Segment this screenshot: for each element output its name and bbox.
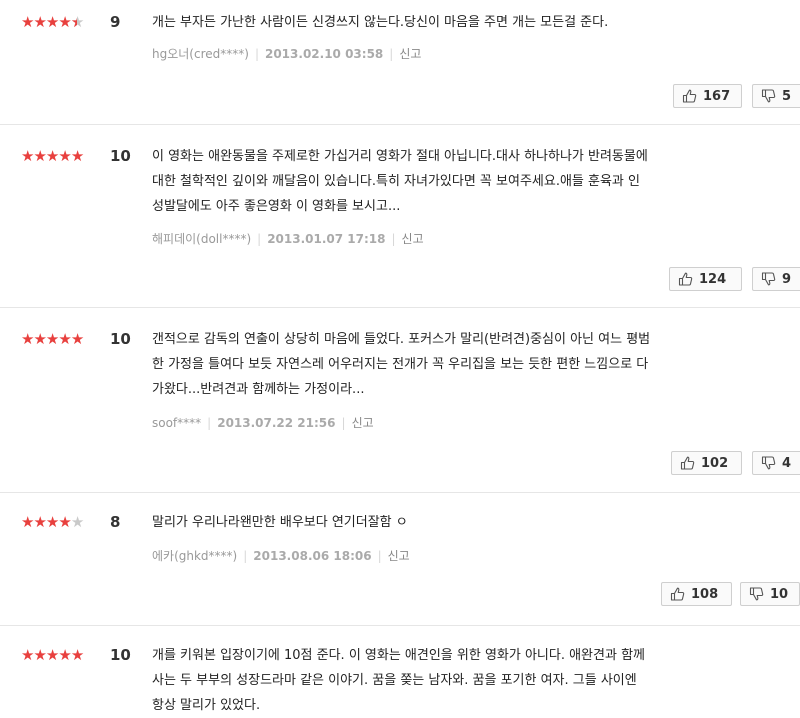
thumbs-up-icon [670, 587, 685, 601]
report-link[interactable]: 신고 [352, 416, 374, 430]
review-text: 개는 부자든 가난한 사람이든 신경쓰지 않는다.당신이 마음을 주면 개는 모… [152, 15, 609, 30]
review-item: ★★★★★★ 9 개는 부자든 가난한 사람이든 신경쓰지 않는다.당신이 마음… [0, 0, 800, 125]
rating-score: 10 [110, 646, 131, 664]
divider: | [377, 549, 382, 563]
review-item: ★★★★★ 8 말리가 우리나라왠만한 배우보다 연기더잘함 ㅇ 에카(ghkd… [0, 492, 800, 626]
star-filled-icon: ★ [33, 330, 46, 348]
rating-stars: ★★★★★★ [21, 12, 84, 32]
review-item: ★★★★★ 10 개를 키워본 입장이기에 10점 준다. 이 영화는 애견인을… [0, 625, 800, 718]
thumbs-down-icon [761, 272, 776, 286]
review-meta: soof**** | 2013.07.22 21:56 | 신고 [152, 415, 374, 431]
review-text: 말리가 우리나라왠만한 배우보다 연기더잘함 ㅇ [152, 515, 408, 530]
thumbs-down-icon [761, 89, 776, 103]
star-filled-icon: ★ [45, 147, 59, 165]
star-filled-icon: ★ [70, 646, 84, 664]
dislike-count: 5 [782, 88, 792, 104]
star-filled-icon: ★ [45, 330, 59, 348]
thumbs-down-icon [761, 456, 776, 470]
thumbs-up-icon [680, 456, 695, 470]
rating-score: 10 [110, 330, 131, 348]
report-link[interactable]: 신고 [399, 47, 421, 61]
divider: | [207, 416, 212, 430]
like-count: 102 [701, 455, 729, 471]
review-date: 2013.08.06 18:06 [253, 549, 372, 563]
review-item: ★★★★★ 10 이 영화는 애완동물을 주제로한 가십거리 영화가 절대 아닙… [0, 124, 800, 308]
like-count: 167 [703, 88, 731, 104]
report-link[interactable]: 신고 [402, 232, 424, 246]
author-name[interactable]: 해피데이(doll****) [152, 232, 251, 246]
star-filled-icon: ★ [33, 513, 46, 531]
review-item: ★★★★★ 10 갠적으로 감독의 연출이 상당히 마음에 들었다. 포커스가 … [0, 307, 800, 493]
star-filled-icon: ★ [33, 646, 46, 664]
star-filled-icon: ★ [21, 513, 34, 531]
report-link[interactable]: 신고 [388, 549, 410, 563]
author-name[interactable]: 에카(ghkd****) [152, 549, 237, 563]
dislike-count: 4 [782, 455, 792, 471]
star-filled-icon: ★ [58, 147, 71, 165]
like-count: 124 [699, 271, 727, 287]
review-text: 갠적으로 감독의 연출이 상당히 마음에 들었다. 포커스가 말리(반려견)중심… [152, 332, 651, 397]
star-half-icon: ★★ [70, 13, 84, 31]
divider: | [243, 549, 248, 563]
like-button[interactable]: 124 [669, 267, 742, 291]
star-filled-icon: ★ [45, 13, 59, 31]
star-filled-icon: ★ [33, 147, 46, 165]
star-filled-icon: ★ [21, 147, 34, 165]
rating-score: 10 [110, 147, 131, 165]
divider: | [254, 47, 259, 61]
review-text: 이 영화는 애완동물을 주제로한 가십거리 영화가 절대 아닙니다.대사 하나하… [152, 149, 648, 214]
star-filled-icon: ★ [21, 13, 34, 31]
rating-stars: ★★★★★ [21, 146, 84, 166]
review-date: 2013.07.22 21:56 [217, 416, 336, 430]
review-date: 2013.02.10 03:58 [264, 47, 384, 61]
author-name[interactable]: hg오너(cred****) [152, 47, 249, 61]
rating-stars: ★★★★★ [21, 645, 84, 665]
dislike-button[interactable]: 9 [752, 267, 800, 291]
rating-stars: ★★★★★ [21, 329, 84, 349]
star-filled-icon: ★ [33, 13, 46, 31]
star-filled-icon: ★ [58, 330, 71, 348]
review-text: 개를 키워본 입장이기에 10점 준다. 이 영화는 애견인을 위한 영화가 아… [152, 648, 645, 713]
star-filled-icon: ★ [58, 646, 71, 664]
star-filled-icon: ★ [70, 147, 84, 165]
dislike-count: 9 [782, 271, 792, 287]
star-filled-icon: ★ [70, 330, 84, 348]
review-date: 2013.01.07 17:18 [267, 232, 386, 246]
star-filled-icon: ★ [58, 13, 71, 31]
thumbs-up-icon [678, 272, 693, 286]
divider: | [391, 232, 396, 246]
rating-score: 9 [110, 13, 121, 31]
like-button[interactable]: 108 [661, 582, 732, 606]
thumbs-up-icon [682, 89, 697, 103]
divider: | [341, 416, 346, 430]
star-filled-icon: ★ [45, 646, 59, 664]
star-filled-icon: ★ [45, 513, 59, 531]
divider: | [389, 47, 394, 61]
star-filled-icon: ★ [21, 330, 34, 348]
dislike-button[interactable]: 4 [752, 451, 800, 475]
rating-stars: ★★★★★ [21, 512, 84, 532]
like-count: 108 [691, 586, 719, 602]
like-button[interactable]: 167 [673, 84, 742, 108]
star-filled-icon: ★ [21, 646, 34, 664]
dislike-count: 10 [770, 586, 789, 602]
rating-score: 8 [110, 513, 121, 531]
star-empty-icon: ★ [70, 513, 84, 531]
thumbs-down-icon [749, 587, 764, 601]
like-button[interactable]: 102 [671, 451, 742, 475]
author-name[interactable]: soof**** [152, 416, 201, 430]
divider: | [257, 232, 262, 246]
dislike-button[interactable]: 5 [752, 84, 800, 108]
review-meta: hg오너(cred****) | 2013.02.10 03:58 | 신고 [152, 46, 421, 62]
review-meta: 해피데이(doll****) | 2013.01.07 17:18 | 신고 [152, 231, 424, 247]
review-meta: 에카(ghkd****) | 2013.08.06 18:06 | 신고 [152, 548, 410, 564]
star-filled-icon: ★ [58, 513, 71, 531]
dislike-button[interactable]: 10 [740, 582, 800, 606]
